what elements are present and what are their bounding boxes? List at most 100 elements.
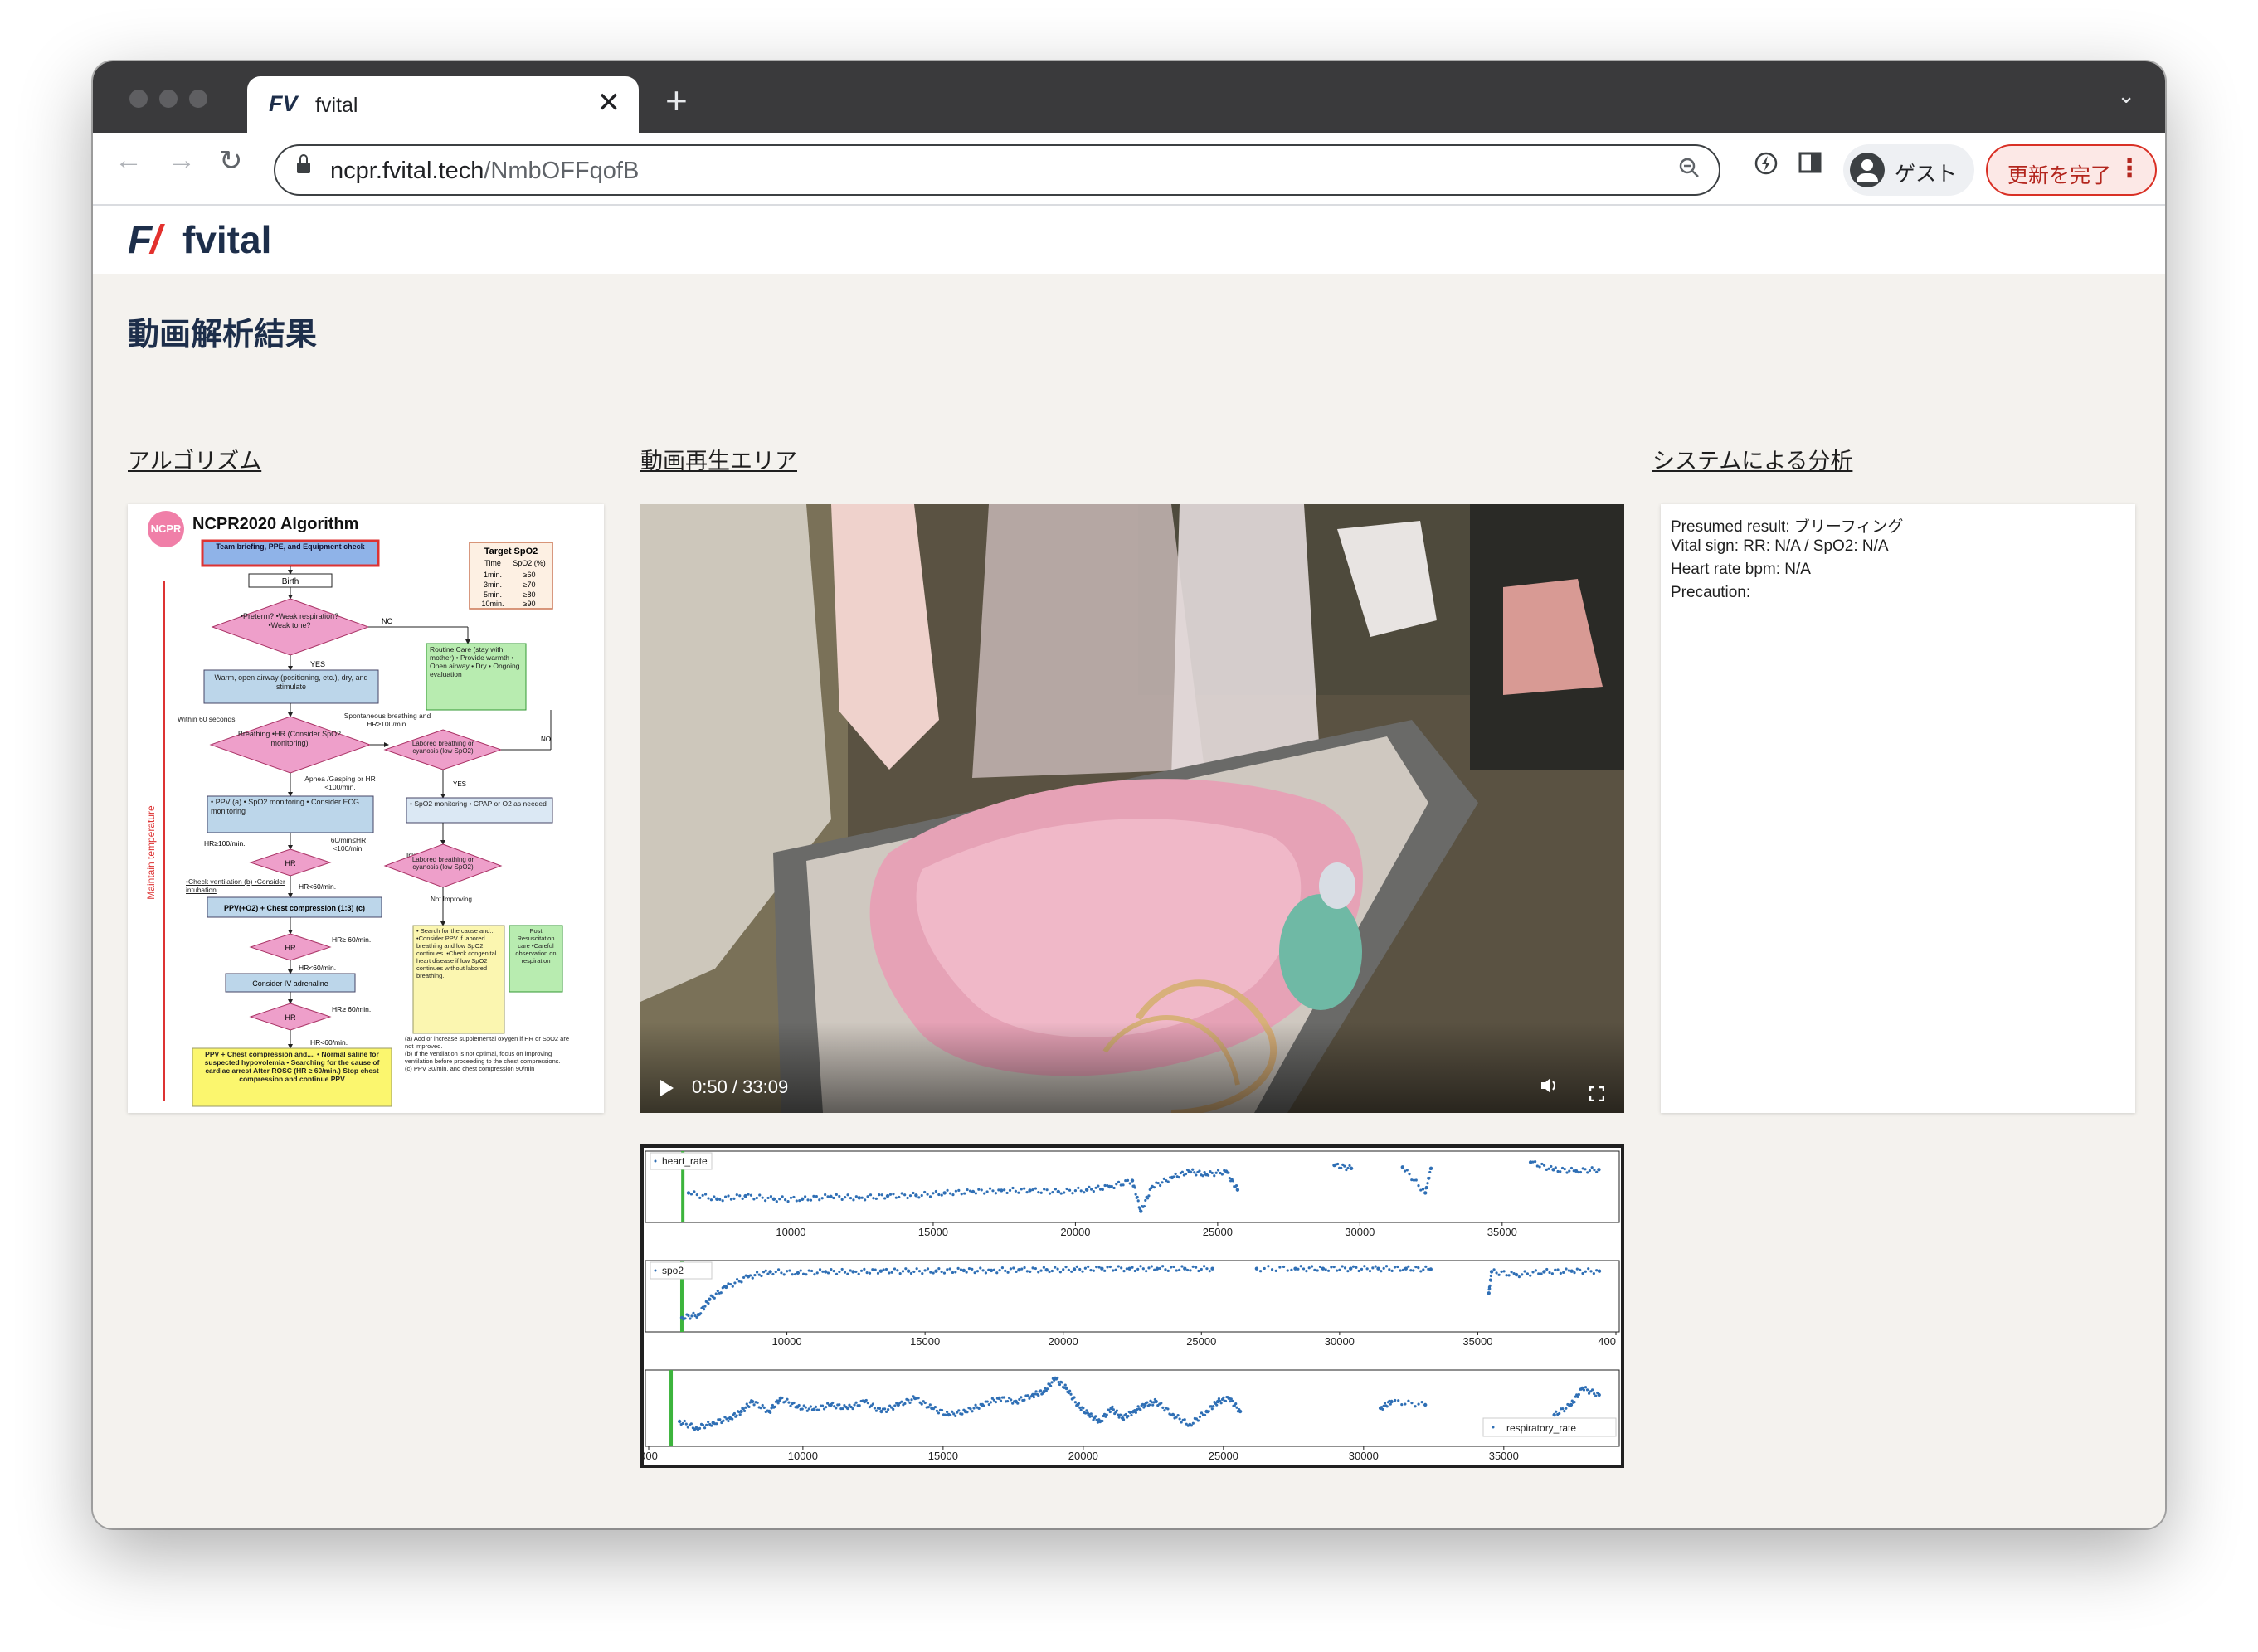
data-point xyxy=(1569,1402,1574,1407)
data-point xyxy=(1374,1265,1377,1268)
data-point xyxy=(776,1402,780,1405)
data-point xyxy=(1584,1168,1587,1171)
final-text: PPV + Chest compression and.... • Normal… xyxy=(204,1050,380,1083)
data-point xyxy=(713,1296,716,1300)
data-point xyxy=(818,1268,822,1271)
data-point xyxy=(774,1271,777,1274)
vital-sign: Vital sign: RR: N/A / SpO2: N/A xyxy=(1671,537,1889,555)
window-minimize-dot[interactable] xyxy=(159,90,178,108)
data-point xyxy=(1034,1392,1037,1396)
data-point xyxy=(1083,1266,1087,1270)
data-point xyxy=(824,1193,827,1197)
data-point xyxy=(1597,1392,1601,1397)
data-point xyxy=(1534,1269,1537,1272)
data-point xyxy=(934,1189,937,1193)
forward-icon[interactable]: → xyxy=(168,144,196,177)
tab-fvital[interactable]: FV fvital ✕ xyxy=(247,76,639,133)
vital-plots[interactable]: 10000 15000 20000 25000 30000 35000 heart_rate… xyxy=(640,1144,1624,1468)
data-point xyxy=(1495,1271,1498,1275)
data-point xyxy=(1170,1412,1175,1417)
data-point xyxy=(1510,1271,1513,1274)
page-content: F/ fvital 動画解析結果 アルゴリズム 動画再生エリア システムによる分… xyxy=(93,206,2165,1528)
data-point xyxy=(1560,1166,1565,1170)
data-point xyxy=(857,1272,860,1275)
data-point xyxy=(989,1268,994,1273)
data-point xyxy=(1409,1269,1413,1272)
data-point xyxy=(1064,1386,1068,1391)
data-point xyxy=(1062,1268,1065,1271)
algorithm-note: (c) PPV 30/min. and chest compression 90… xyxy=(405,1065,535,1072)
data-point xyxy=(1112,1408,1115,1411)
data-point xyxy=(954,1271,957,1274)
data-point xyxy=(1351,1265,1355,1268)
fullscreen-icon[interactable] xyxy=(1589,1086,1605,1102)
data-point xyxy=(1565,1407,1568,1410)
profile-button[interactable]: ゲスト xyxy=(1843,144,1974,196)
video-player[interactable]: 0:50 / 33:09 xyxy=(640,504,1624,1113)
data-point xyxy=(1142,1204,1146,1208)
window-zoom-dot[interactable] xyxy=(189,90,207,108)
data-point xyxy=(1258,1270,1263,1273)
data-point xyxy=(806,1198,810,1202)
hr-lt60-label-3: HR<60/min. xyxy=(310,1038,348,1047)
data-point xyxy=(769,1411,772,1414)
data-point xyxy=(731,1285,734,1288)
data-point xyxy=(692,1311,695,1314)
window-close-dot[interactable] xyxy=(129,90,148,108)
data-point xyxy=(1136,1267,1140,1271)
data-point xyxy=(876,1271,880,1275)
video-link[interactable]: 動画再生エリア xyxy=(640,443,797,475)
data-point xyxy=(1575,1267,1579,1271)
data-point xyxy=(758,1193,762,1197)
zoom-icon[interactable] xyxy=(1677,156,1701,185)
data-point xyxy=(681,1421,684,1426)
data-point xyxy=(1313,1268,1316,1271)
url-text[interactable]: ncpr.fvital.tech/NmbOFFqofB xyxy=(330,158,639,185)
side-panel-icon[interactable] xyxy=(1797,149,1823,182)
play-icon[interactable] xyxy=(660,1080,674,1096)
update-button[interactable]: 更新を完了 ⋮ xyxy=(1986,144,2157,196)
data-point xyxy=(838,1403,841,1407)
data-point xyxy=(1129,1411,1132,1415)
algorithm-link[interactable]: アルゴリズム xyxy=(128,443,261,475)
data-point xyxy=(1205,1267,1209,1271)
data-point xyxy=(1145,1270,1148,1273)
data-point xyxy=(1112,1186,1116,1190)
data-point xyxy=(785,1270,789,1273)
data-point xyxy=(1497,1273,1501,1276)
data-point xyxy=(879,1409,883,1414)
data-point xyxy=(923,1401,927,1405)
data-point xyxy=(1365,1267,1369,1271)
address-bar[interactable]: ncpr.fvital.tech/NmbOFFqofB xyxy=(274,144,1720,196)
data-point xyxy=(1393,1266,1397,1269)
data-point xyxy=(1428,1176,1431,1180)
data-point xyxy=(799,1269,802,1272)
data-point xyxy=(703,1305,707,1308)
data-point xyxy=(894,1196,898,1199)
data-point xyxy=(914,1193,918,1198)
spo2-monitoring-text: • SpO2 monitoring • CPAP or O2 as needed xyxy=(410,799,547,808)
data-point xyxy=(966,1188,969,1192)
data-point xyxy=(1189,1269,1192,1272)
data-point xyxy=(942,1191,947,1195)
data-point xyxy=(908,1194,912,1198)
back-icon[interactable]: ← xyxy=(114,144,143,177)
close-tab-icon[interactable]: ✕ xyxy=(597,86,621,119)
data-point xyxy=(749,1193,753,1197)
apnea-label: Apnea /Gasping or HR <100/min. xyxy=(304,775,376,791)
data-point xyxy=(732,1197,736,1200)
data-point xyxy=(1210,1171,1214,1175)
analysis-link[interactable]: システムによる分析 xyxy=(1652,443,1852,475)
legend-label: heart_rate xyxy=(662,1155,708,1167)
reload-icon[interactable]: ↻ xyxy=(219,144,243,177)
data-point xyxy=(866,1402,869,1405)
data-point xyxy=(1139,1408,1142,1411)
extension-icon[interactable] xyxy=(1752,149,1780,184)
data-point xyxy=(824,1270,828,1274)
lock-icon[interactable] xyxy=(297,154,310,173)
data-point xyxy=(761,1403,764,1407)
tab-search-icon[interactable]: ⌄ xyxy=(2117,83,2135,109)
new-tab-icon[interactable]: + xyxy=(665,78,688,123)
volume-icon[interactable] xyxy=(1540,1076,1560,1100)
more-icon[interactable]: ⋮ xyxy=(2117,154,2142,183)
